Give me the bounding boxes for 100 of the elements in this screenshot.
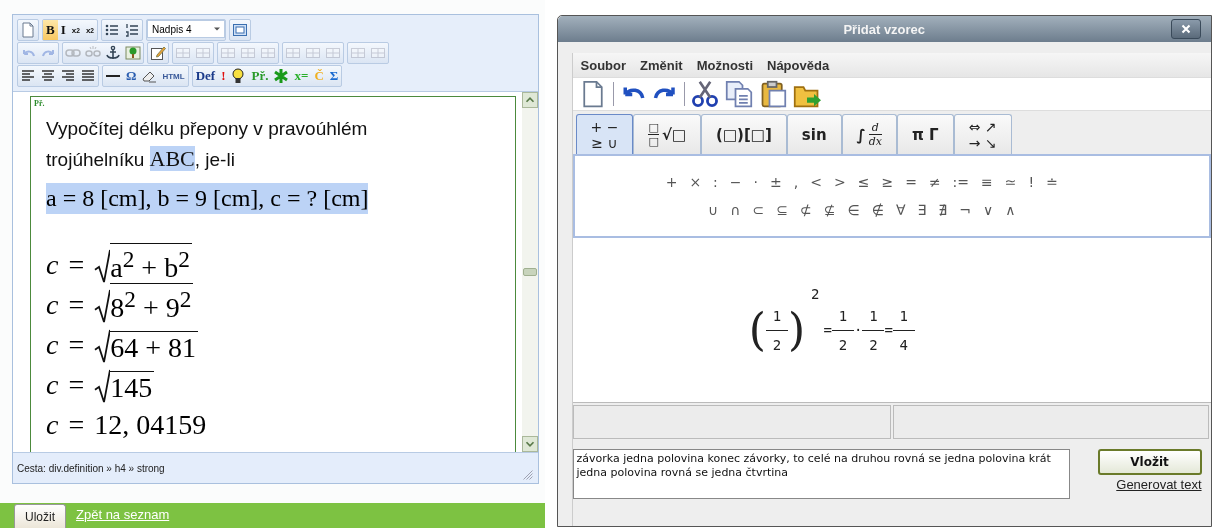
symbol-button[interactable]: ⊆ bbox=[774, 202, 791, 218]
symbol-button[interactable]: ∄ bbox=[936, 202, 950, 218]
generate-text-link[interactable]: Generovat text bbox=[1116, 477, 1202, 492]
window-title: Přidat vzorec bbox=[843, 21, 926, 37]
symbol-button[interactable]: + bbox=[663, 174, 680, 190]
caret-icon bbox=[213, 27, 222, 31]
symbol-button[interactable]: ⊂ bbox=[750, 202, 767, 218]
symbol-button[interactable]: · bbox=[751, 174, 760, 190]
copy-button[interactable] bbox=[725, 80, 754, 108]
symbol-button[interactable]: ≃ bbox=[1002, 174, 1019, 190]
table-icon bbox=[260, 45, 276, 61]
format-button[interactable]: ! bbox=[218, 66, 229, 86]
anchor-icon bbox=[105, 45, 121, 61]
example-label: Př. bbox=[34, 99, 46, 108]
table-icon bbox=[175, 45, 191, 61]
document-icon bbox=[20, 22, 36, 38]
equation-line: c = 8$^{2}$ + 9$^{2}$ bbox=[46, 284, 194, 323]
menu-item[interactable]: Soubor bbox=[580, 57, 627, 73]
question-text: Vypočítej délku přepony v pravoúhlém trojúhelníku ABC, je-li bbox=[46, 117, 369, 173]
operator: · bbox=[853, 322, 863, 338]
symbol-button[interactable]: : bbox=[711, 174, 720, 190]
redo-icon bbox=[40, 47, 56, 59]
table-icon bbox=[285, 45, 301, 61]
edit-icon bbox=[150, 45, 166, 61]
symbol-tab[interactable]: sin bbox=[786, 114, 842, 154]
symbol-button[interactable]: ± bbox=[768, 174, 784, 190]
format-button[interactable]: I bbox=[57, 20, 69, 40]
align-justify-icon bbox=[80, 68, 96, 84]
fraction: 1 2 bbox=[862, 307, 885, 353]
symbol-button[interactable]: ≥ bbox=[879, 174, 896, 190]
equation-line: c = a$^{2}$ + b$^{2}$ bbox=[46, 244, 192, 283]
symbol-tab[interactable]: + − ≥ ∪ bbox=[575, 114, 634, 154]
symbol-button[interactable]: ≐ bbox=[1044, 174, 1060, 190]
symbol-tab[interactable]: ⇔ ↗ → ↘ bbox=[953, 114, 1012, 154]
symbol-button[interactable]: ¬ bbox=[957, 202, 973, 218]
symbol-button[interactable]: = bbox=[903, 174, 919, 190]
symbol-button[interactable]: ∃ bbox=[915, 202, 929, 218]
symbol-button[interactable]: < bbox=[808, 174, 824, 190]
description-field[interactable]: závorka jedna polovina konec závorky, to celé na druhou rovná se jedna polovina krát jedna polovina rovná se jedna čtvrtina bbox=[572, 449, 1070, 499]
equation-line: c = 64 + 81 bbox=[46, 328, 199, 363]
format-button[interactable]: HTML bbox=[159, 66, 188, 86]
menu-item[interactable]: Možnosti bbox=[696, 57, 753, 73]
table-icon bbox=[220, 45, 236, 61]
symbol-tab[interactable]: π Γ bbox=[897, 114, 954, 154]
undo-icon bbox=[20, 47, 36, 59]
symbol-button[interactable]: × bbox=[687, 174, 704, 190]
scissors-button[interactable] bbox=[691, 80, 720, 108]
scroll-thumb[interactable] bbox=[523, 268, 537, 276]
menu-item[interactable]: Změnit bbox=[640, 57, 683, 73]
symbol-button[interactable]: > bbox=[831, 174, 848, 190]
align-right-icon bbox=[60, 68, 76, 84]
symbol-button[interactable]: ∈ bbox=[845, 202, 862, 218]
operator: = bbox=[884, 322, 893, 338]
equation-line: c = 12, 04159 bbox=[46, 408, 207, 442]
paste-button[interactable] bbox=[759, 80, 788, 108]
symbol-button[interactable]: ∧ bbox=[1003, 202, 1018, 218]
light-bulb-icon bbox=[230, 68, 247, 84]
parenthesis: ) bbox=[787, 308, 806, 352]
symbol-button[interactable]: ∪ bbox=[706, 202, 721, 218]
symbol-button[interactable]: ∩ bbox=[728, 202, 743, 218]
symbol-button[interactable]: := bbox=[950, 174, 972, 190]
symbol-button[interactable]: ∉ bbox=[869, 202, 886, 218]
symbol-button[interactable]: , bbox=[791, 174, 801, 190]
operator: = bbox=[823, 322, 832, 338]
insert-button[interactable]: Vložit bbox=[1097, 449, 1202, 475]
close-icon bbox=[1179, 22, 1193, 36]
equation-line: c = 145 bbox=[46, 368, 155, 403]
symbol-button[interactable]: ≤ bbox=[855, 174, 872, 190]
align-center-icon bbox=[40, 68, 56, 84]
symbol-button[interactable]: ⊄ bbox=[798, 202, 814, 218]
image-icon bbox=[125, 45, 141, 61]
symbol-button[interactable]: ! bbox=[1026, 174, 1037, 190]
symbol-button[interactable]: − bbox=[727, 174, 744, 190]
bullet-list-icon bbox=[104, 22, 121, 38]
paste-icon bbox=[759, 80, 788, 108]
menu-item[interactable]: Nápověda bbox=[767, 57, 830, 73]
element-path: Cesta: div.definition » h4 » strong bbox=[17, 462, 165, 474]
format-dropdown[interactable]: Nadpis 4 bbox=[147, 20, 226, 38]
fraction: 1 2 bbox=[765, 307, 788, 353]
grip-icon bbox=[522, 469, 534, 481]
asterisk-icon bbox=[273, 68, 290, 84]
format-button[interactable]: Def bbox=[192, 66, 219, 86]
parenthesis: ( bbox=[748, 308, 766, 352]
symbol-button[interactable]: ∨ bbox=[980, 202, 996, 218]
close-button[interactable] bbox=[1171, 19, 1201, 39]
format-button[interactable]: B bbox=[43, 20, 58, 40]
format-button[interactable]: Σ bbox=[326, 66, 342, 86]
scrollbar[interactable] bbox=[522, 92, 538, 452]
fraction: 1 2 bbox=[831, 307, 854, 353]
align-left-icon bbox=[20, 68, 36, 84]
symbol-button[interactable]: ≡ bbox=[979, 174, 995, 190]
symbol-button[interactable]: ≠ bbox=[926, 174, 943, 190]
symbol-button[interactable]: ∀ bbox=[893, 202, 908, 218]
format-button[interactable]: Ω bbox=[123, 66, 140, 86]
table-icon bbox=[370, 45, 386, 61]
save-button[interactable]: Uložit bbox=[14, 504, 66, 528]
scissors-icon bbox=[691, 80, 720, 108]
table-icon bbox=[240, 45, 256, 61]
symbol-button[interactable]: ⊈ bbox=[821, 202, 838, 218]
symbol-tab[interactable]: (□)[□] bbox=[701, 114, 787, 154]
